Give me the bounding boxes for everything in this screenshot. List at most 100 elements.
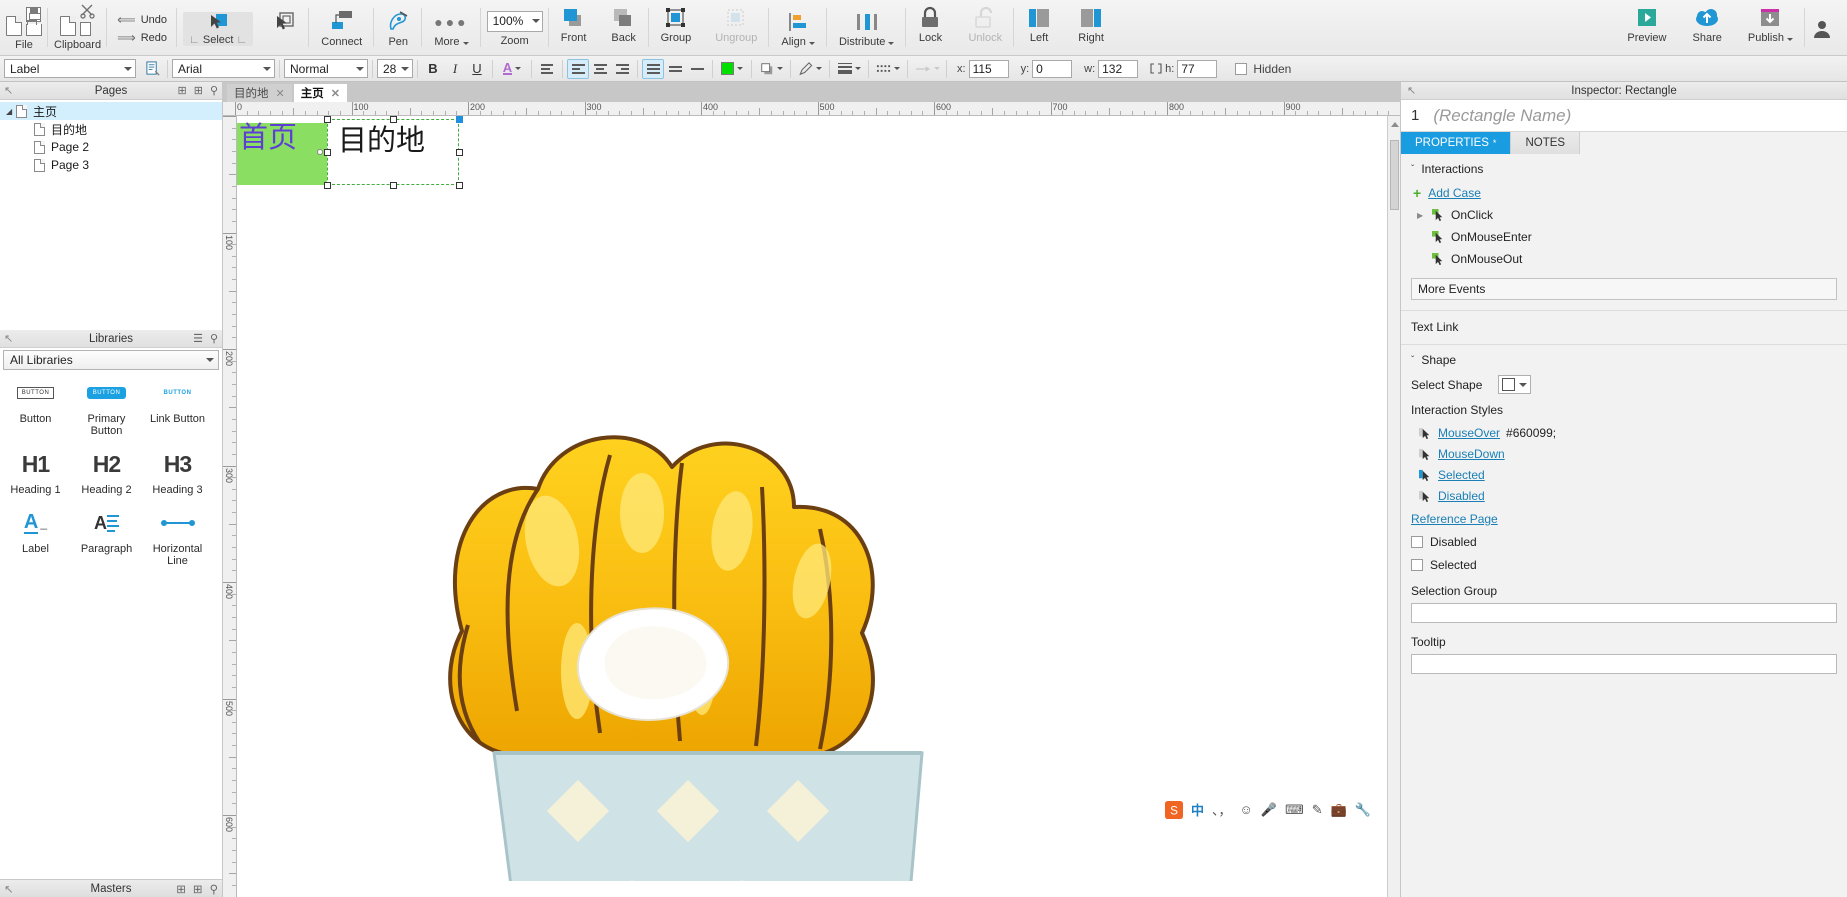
collapse-panel-icon[interactable]: ↖: [4, 332, 13, 345]
canvas-vertical-scrollbar[interactable]: [1387, 116, 1400, 897]
group-button[interactable]: Group: [655, 6, 698, 44]
widget-style-select[interactable]: Label: [4, 59, 136, 78]
x-input[interactable]: [968, 59, 1009, 78]
resize-handle-ne[interactable]: [456, 116, 463, 123]
tooltip-input[interactable]: [1411, 654, 1837, 674]
hidden-checkbox-group[interactable]: Hidden: [1235, 62, 1291, 76]
library-widget[interactable]: H3 Heading 3: [142, 451, 213, 497]
close-icon[interactable]: ✕: [331, 87, 340, 100]
interaction-style-link[interactable]: MouseOver: [1438, 426, 1500, 440]
font-size-select[interactable]: 28: [377, 59, 413, 78]
open-folder-icon[interactable]: [26, 20, 42, 36]
hidden-checkbox[interactable]: [1235, 62, 1248, 75]
font-family-select[interactable]: Arial: [172, 59, 275, 78]
left-panel-toggle-button[interactable]: Left: [1020, 6, 1058, 44]
add-master-folder-icon[interactable]: ⊞: [193, 882, 203, 896]
add-master-icon[interactable]: ⊞: [176, 882, 186, 896]
interaction-style-link[interactable]: Disabled: [1438, 489, 1485, 503]
search-masters-icon[interactable]: ⚲: [210, 882, 218, 896]
emoji-icon[interactable]: ☺: [1239, 802, 1252, 817]
interaction-event-row[interactable]: ▶ OnClick: [1411, 208, 1837, 222]
rotation-handle[interactable]: [317, 149, 323, 155]
library-widget[interactable]: A Paragraph: [71, 510, 142, 567]
underline-button[interactable]: U: [466, 59, 488, 79]
shadow-button[interactable]: [756, 59, 786, 79]
collapse-panel-icon[interactable]: ↖: [4, 84, 13, 97]
interaction-style-row[interactable]: Disabled: [1415, 489, 1837, 503]
inspector-tab[interactable]: PROPERTIES *: [1401, 132, 1512, 154]
interaction-style-row[interactable]: Selected: [1415, 468, 1837, 482]
align-right-button[interactable]: [611, 59, 633, 79]
inspector-tab[interactable]: NOTES: [1511, 132, 1581, 154]
library-widget[interactable]: Horizontal Line: [142, 510, 213, 567]
interaction-style-row[interactable]: MouseDown: [1415, 447, 1837, 461]
valign-middle-button[interactable]: [664, 59, 686, 79]
horizontal-ruler[interactable]: 01002003004005006007008009001000: [223, 102, 1400, 116]
undo-button[interactable]: ⟸ Undo: [113, 11, 171, 29]
border-width-button[interactable]: [834, 59, 864, 79]
valign-bottom-button[interactable]: [686, 59, 708, 79]
y-input[interactable]: [1032, 59, 1073, 78]
handwriting-icon[interactable]: ✎: [1312, 802, 1323, 818]
collapse-panel-icon[interactable]: ↖: [4, 882, 14, 896]
toolbox-icon[interactable]: 💼: [1331, 802, 1347, 818]
add-case-button[interactable]: + Add Case: [1413, 186, 1837, 200]
zoom-select[interactable]: 100%: [486, 10, 543, 32]
collapse-panel-icon[interactable]: ↖: [1407, 84, 1416, 97]
align-button[interactable]: Align: [775, 10, 821, 48]
valign-top-button[interactable]: [642, 58, 664, 79]
interaction-style-row[interactable]: MouseOver #660099;: [1415, 426, 1837, 440]
interaction-event-row[interactable]: ▶OnMouseEnter: [1411, 230, 1837, 244]
align-left-button[interactable]: [567, 58, 589, 79]
resize-handle-sw[interactable]: [324, 182, 331, 189]
reference-page-row[interactable]: Reference Page: [1401, 503, 1847, 526]
punctuation-icon[interactable]: 、，: [1212, 800, 1232, 819]
h-input[interactable]: [1177, 59, 1218, 78]
shape-header[interactable]: ˇ Shape: [1411, 353, 1837, 367]
library-widget[interactable]: H2 Heading 2: [71, 451, 142, 497]
right-panel-toggle-button[interactable]: Right: [1072, 6, 1110, 44]
publish-button[interactable]: Publish: [1742, 7, 1799, 44]
page-tree-item[interactable]: 目的地: [0, 120, 222, 138]
italic-button[interactable]: I: [444, 59, 466, 79]
interaction-style-link[interactable]: MouseDown: [1438, 447, 1505, 461]
w-input[interactable]: [1098, 59, 1139, 78]
library-select[interactable]: All Libraries: [3, 350, 219, 370]
select-box-tool-button[interactable]: .: [267, 11, 303, 47]
resize-handle-e[interactable]: [456, 149, 463, 156]
border-color-button[interactable]: [795, 59, 825, 79]
scroll-up-arrow-icon[interactable]: [1391, 122, 1399, 127]
lock-aspect-icon[interactable]: [1150, 63, 1162, 74]
new-file-icon[interactable]: [6, 16, 22, 36]
disabled-checkbox-row[interactable]: Disabled: [1401, 526, 1847, 549]
library-widget[interactable]: BUTTON Button: [0, 380, 71, 437]
line-spacing-button[interactable]: [536, 59, 558, 79]
disabled-checkbox[interactable]: [1411, 536, 1423, 548]
page-tree-item[interactable]: Page 2: [0, 138, 222, 156]
home-green-rectangle[interactable]: 首页: [237, 122, 327, 185]
send-back-button[interactable]: Back: [605, 6, 643, 44]
font-color-button[interactable]: A: [497, 59, 527, 79]
resize-handle-nw[interactable]: [324, 116, 331, 123]
page-tab[interactable]: 主页 ✕: [293, 84, 347, 102]
interaction-style-link[interactable]: Selected: [1438, 468, 1485, 482]
settings-wrench-icon[interactable]: 🔧: [1355, 802, 1371, 818]
interaction-event-row[interactable]: ▶OnMouseOut: [1411, 252, 1837, 266]
redo-button[interactable]: ⟹ Redo: [113, 29, 171, 47]
more-tools-button[interactable]: ●●● More: [428, 10, 474, 48]
paste-icon[interactable]: [59, 16, 76, 36]
account-avatar-icon[interactable]: [1811, 18, 1833, 40]
add-page-icon[interactable]: ⊞: [178, 84, 187, 97]
text-link-row[interactable]: Text Link: [1401, 311, 1847, 334]
fill-color-button[interactable]: [717, 59, 747, 79]
library-widget[interactable]: BUTTON Primary Button: [71, 380, 142, 437]
align-center-button[interactable]: [589, 59, 611, 79]
interactions-header[interactable]: ˇ Interactions: [1411, 162, 1837, 176]
cut-icon[interactable]: [79, 3, 96, 19]
chinese-mode-icon[interactable]: 中: [1191, 800, 1204, 819]
resize-handle-w[interactable]: [324, 149, 331, 156]
selected-rectangle[interactable]: 目的地: [317, 116, 463, 189]
connect-tool-button[interactable]: Connect: [315, 10, 368, 48]
selected-checkbox[interactable]: [1411, 559, 1423, 571]
share-button[interactable]: Share: [1687, 7, 1728, 44]
